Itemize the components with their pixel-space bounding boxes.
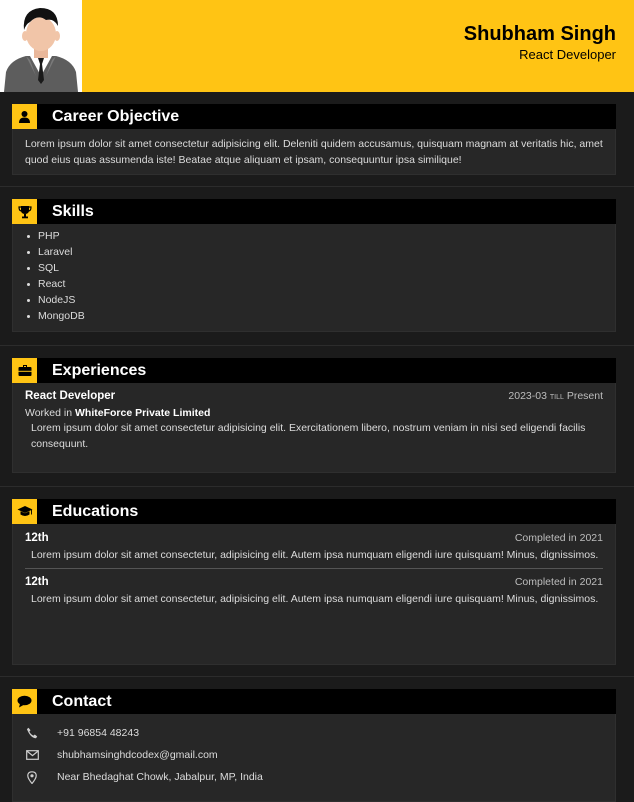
candidate-role: React Developer [519, 47, 616, 62]
worked-in-label: Worked in [25, 407, 73, 419]
contact-email-row: shubhamsinghdcodex@gmail.com [13, 744, 615, 766]
experience-till: till [549, 390, 564, 402]
user-icon [12, 104, 37, 129]
briefcase-icon [12, 358, 37, 383]
experiences-section: Experiences React Developer 2023-03 till… [12, 358, 616, 473]
contact-email: shubhamsinghdcodex@gmail.com [57, 749, 218, 761]
skill-item: Laravel [26, 244, 615, 260]
section-heading: Skills [12, 199, 616, 224]
contact-phone-row: +91 96854 48243 [13, 722, 615, 744]
experience-role: React Developer [25, 390, 116, 402]
education-description: Lorem ipsum dolor sit amet consectetur, … [31, 549, 599, 561]
section-heading: Experiences [12, 358, 616, 383]
envelope-icon [25, 748, 39, 762]
skill-item: SQL [26, 260, 615, 276]
education-item: 12th Completed in 2021 Lorem ipsum dolor… [13, 576, 615, 607]
divider [0, 676, 634, 677]
divider [0, 186, 634, 187]
experience-start: 2023-03 [508, 390, 547, 402]
skill-item: MongoDB [26, 308, 615, 324]
avatar [0, 0, 82, 92]
contact-address-row: Near Bhedaghat Chowk, Jabalpur, MP, Indi… [13, 766, 615, 788]
skill-item: PHP [26, 228, 615, 244]
skills-list: PHP Laravel SQL React NodeJS MongoDB [13, 224, 615, 328]
phone-icon [25, 726, 39, 740]
section-title: Educations [52, 503, 139, 520]
divider [0, 345, 634, 346]
section-heading: Career Objective [12, 104, 616, 129]
skills-section: Skills PHP Laravel SQL React NodeJS Mong… [12, 199, 616, 332]
skill-item: React [26, 276, 615, 292]
experience-company: WhiteForce Private Limited [75, 407, 211, 419]
contact-address: Near Bhedaghat Chowk, Jabalpur, MP, Indi… [57, 771, 263, 783]
section-heading: Educations [12, 499, 616, 524]
education-completed: Completed in 2021 [514, 532, 603, 544]
divider [0, 486, 634, 487]
education-degree: 12th [25, 576, 49, 588]
contact-phone: +91 96854 48243 [57, 727, 140, 739]
resume-header: Shubham Singh React Developer [0, 0, 634, 92]
trophy-icon [12, 199, 37, 224]
career-objective-text: Lorem ipsum dolor sit amet consectetur a… [25, 138, 603, 166]
map-pin-icon [25, 770, 39, 784]
section-heading: Contact [12, 689, 616, 714]
career-objective-section: Career Objective Lorem ipsum dolor sit a… [12, 104, 616, 175]
experience-description: Lorem ipsum dolor sit amet consectetur a… [31, 422, 586, 450]
graduation-cap-icon [12, 499, 37, 524]
skill-item: NodeJS [26, 292, 615, 308]
speech-bubble-icon [12, 689, 37, 714]
experience-dates: 2023-03 till Present [508, 390, 603, 402]
education-description: Lorem ipsum dolor sit amet consectetur, … [31, 593, 599, 605]
educations-section: Educations 12th Completed in 2021 Lorem … [12, 499, 616, 665]
section-title: Contact [52, 693, 112, 710]
section-title: Skills [52, 203, 94, 220]
education-completed: Completed in 2021 [514, 576, 603, 588]
experience-end: Present [566, 390, 603, 402]
section-title: Career Objective [52, 108, 180, 125]
education-item: 12th Completed in 2021 Lorem ipsum dolor… [13, 532, 615, 563]
section-title: Experiences [52, 362, 147, 379]
education-divider [25, 568, 603, 569]
contact-section: Contact +91 96854 48243 shubhamsinghdcod… [12, 689, 616, 802]
education-degree: 12th [25, 532, 49, 544]
candidate-name: Shubham Singh [463, 23, 616, 45]
